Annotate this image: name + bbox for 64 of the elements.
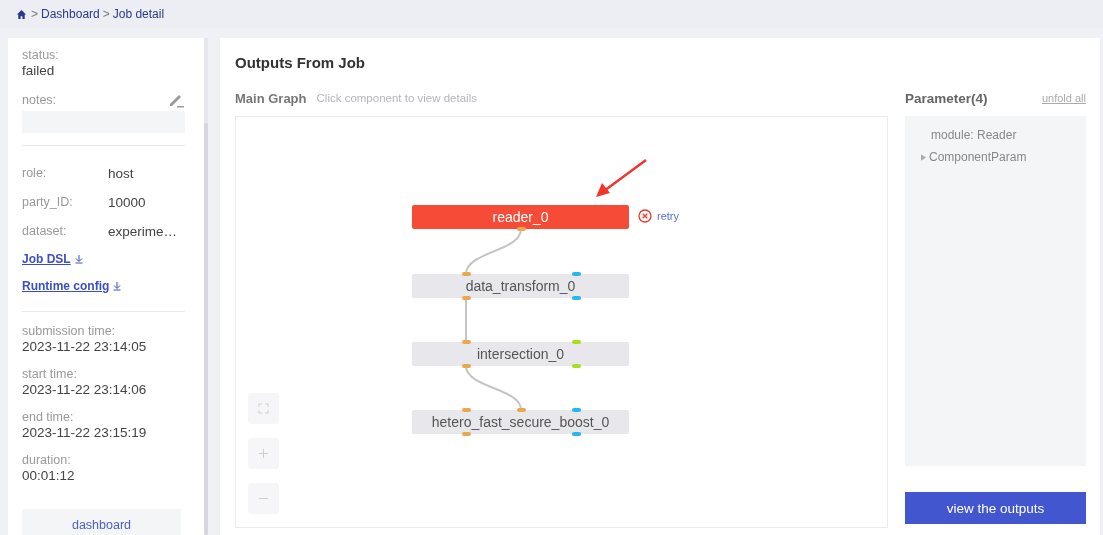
download-link[interactable]: Runtime config — [22, 272, 185, 299]
graph-node[interactable]: intersection_0 — [412, 342, 629, 366]
download-icon — [112, 280, 123, 291]
field-value: 2023-11-22 23:14:05 — [22, 339, 148, 354]
breadcrumb-link[interactable]: Job detail — [112, 7, 165, 21]
retry-link[interactable]: retry — [657, 210, 679, 222]
port-marker[interactable] — [462, 340, 471, 344]
port-marker[interactable] — [572, 296, 581, 300]
field-label: end time: — [22, 410, 75, 424]
field-value: 10000 — [108, 194, 146, 210]
field-value: experime… — [108, 223, 178, 239]
zoom-in-button[interactable] — [248, 438, 279, 469]
breadcrumb-link[interactable]: Dashboard — [41, 7, 100, 21]
download-link[interactable]: Job DSL — [22, 245, 185, 272]
port-marker[interactable] — [462, 272, 471, 276]
error-icon — [638, 209, 652, 223]
port-marker[interactable] — [462, 408, 471, 412]
dashboard-button[interactable]: dashboard — [22, 509, 181, 535]
field-label: notes: — [22, 93, 57, 107]
section-title: Outputs From Job — [235, 54, 366, 73]
breadcrumb-separator: > — [31, 7, 38, 21]
port-marker[interactable] — [572, 364, 581, 368]
port-marker[interactable] — [572, 272, 581, 276]
fit-view-button[interactable] — [248, 393, 279, 424]
field-label: party_ID: — [22, 194, 74, 209]
field-value: host — [108, 165, 134, 181]
port-marker[interactable] — [572, 340, 581, 344]
pointer-arrow — [596, 159, 647, 197]
field-label: dataset: — [22, 223, 68, 238]
port-marker[interactable] — [462, 432, 471, 436]
graph-node[interactable]: reader_0 — [412, 205, 629, 229]
parameter-item[interactable]: module: Reader — [931, 128, 1017, 142]
parameter-title: Parameter(4) — [905, 90, 988, 106]
graph-hint: Click component to view details — [316, 92, 477, 104]
field-label: start time: — [22, 367, 78, 381]
port-marker[interactable] — [572, 408, 581, 412]
zoom-in-icon — [258, 448, 269, 459]
graph-title: Main Graph — [235, 90, 307, 106]
port-marker[interactable] — [462, 296, 471, 300]
graph-node[interactable]: hetero_fast_secure_boost_0 — [412, 410, 629, 434]
graph-node[interactable]: data_transform_0 — [412, 274, 629, 298]
field-value: 2023-11-22 23:14:06 — [22, 382, 148, 397]
field-value: 2023-11-22 23:15:19 — [22, 425, 148, 440]
expand-icon[interactable] — [921, 153, 926, 161]
port-marker[interactable] — [462, 364, 471, 368]
status-value: failed — [22, 63, 56, 78]
field-label: status: — [22, 48, 60, 62]
view-outputs-button[interactable]: view the outputs — [905, 492, 1086, 524]
parameter-item[interactable]: ComponentParam — [929, 150, 1027, 164]
connector-line — [465, 365, 522, 411]
field-label: duration: — [22, 453, 72, 467]
port-marker[interactable] — [517, 408, 526, 412]
field-label: role: — [22, 165, 48, 180]
zoom-out-button[interactable] — [248, 483, 279, 514]
field-label: submission time: — [22, 324, 117, 338]
fit-view-icon — [258, 403, 269, 414]
home-icon[interactable] — [16, 8, 27, 20]
port-marker[interactable] — [572, 432, 581, 436]
port-marker[interactable] — [517, 227, 526, 231]
download-icon — [73, 253, 84, 264]
connector-line — [465, 228, 522, 275]
connector-line — [465, 297, 467, 343]
field-value: 00:01:12 — [22, 468, 76, 483]
breadcrumb-separator: > — [102, 7, 110, 21]
